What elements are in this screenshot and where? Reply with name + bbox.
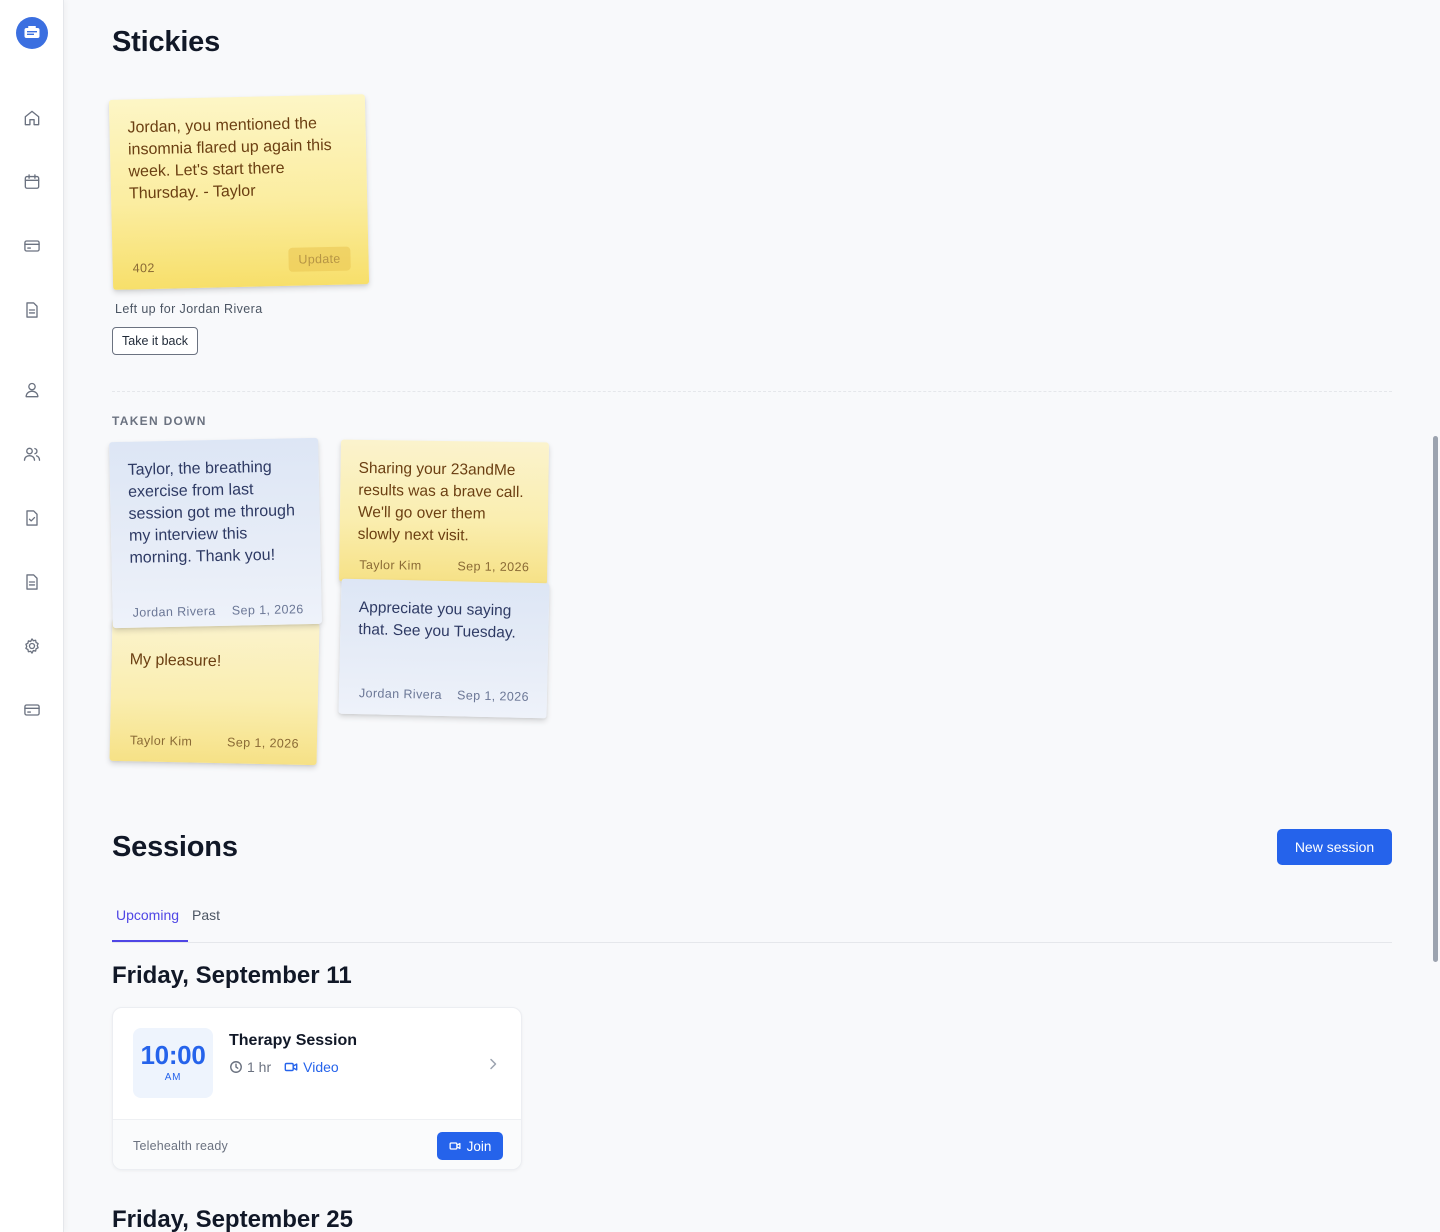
- nav-billing[interactable]: [20, 698, 44, 722]
- user-icon: [25, 382, 39, 398]
- telehealth-status: Telehealth ready: [133, 1139, 228, 1153]
- taken-down-sticky[interactable]: Appreciate you saying that. See you Tues…: [338, 578, 550, 719]
- sticky-author: Jordan Rivera: [358, 686, 443, 702]
- nav-profile[interactable]: [20, 378, 44, 402]
- nav-settings[interactable]: [20, 634, 44, 658]
- session-meta: 1 hr Video: [229, 1059, 339, 1075]
- sessions-title: Sessions: [112, 831, 238, 863]
- sticky-text: Appreciate you saying that. See you Tues…: [358, 599, 516, 642]
- logo-icon: [24, 26, 40, 38]
- sticky-text: Jordan, you mentioned the insomnia flare…: [127, 115, 332, 203]
- nav-notes[interactable]: [20, 570, 44, 594]
- sticky-char-count: 402: [132, 260, 155, 276]
- clock-icon: [230, 1061, 242, 1073]
- session-card-footer: Telehealth ready Join: [113, 1119, 521, 1169]
- stickies-title: Stickies: [112, 26, 221, 58]
- file-text-icon: [26, 574, 38, 590]
- tab-upcoming[interactable]: Upcoming: [116, 907, 179, 923]
- session-card[interactable]: 10:00 AM Therapy Session 1 hr Video Tele…: [112, 1007, 522, 1170]
- document-icon: [26, 302, 38, 318]
- sticky-author: Taylor Kim: [129, 733, 193, 749]
- session-mode[interactable]: Video: [303, 1059, 339, 1075]
- chevron-right-icon[interactable]: [487, 1057, 499, 1071]
- file-check-icon: [26, 510, 38, 526]
- billing-card-icon: [24, 704, 40, 716]
- taken-down-sticky[interactable]: My pleasure! Taylor Kim Sep 1, 2026: [109, 618, 320, 766]
- join-session-button[interactable]: Join: [437, 1132, 503, 1160]
- calendar-icon: [24, 174, 40, 189]
- nav-forms[interactable]: [20, 506, 44, 530]
- sticky-date: Sep 1, 2026: [226, 735, 300, 751]
- section-divider: [112, 391, 1392, 392]
- nav-documents[interactable]: [20, 298, 44, 322]
- video-icon: [284, 1062, 298, 1072]
- users-icon: [23, 447, 41, 461]
- home-icon: [24, 110, 40, 126]
- nav-home[interactable]: [20, 106, 44, 130]
- session-time-box: 10:00 AM: [133, 1028, 213, 1098]
- sticky-author: Taylor Kim: [359, 557, 422, 573]
- sticky-date: Sep 1, 2026: [456, 688, 530, 704]
- app-logo[interactable]: [16, 17, 48, 49]
- nav-payments[interactable]: [20, 234, 44, 258]
- gear-icon: [25, 638, 39, 654]
- nav-calendar[interactable]: [20, 170, 44, 194]
- join-label: Join: [466, 1138, 492, 1154]
- sticky-author: Jordan Rivera: [132, 604, 216, 620]
- active-tab-indicator: [112, 940, 188, 942]
- sticky-text: Sharing your 23andMe results was a brave…: [357, 459, 524, 545]
- session-date-heading: Friday, September 11: [112, 962, 352, 989]
- new-session-button[interactable]: New session: [1277, 829, 1392, 865]
- session-title: Therapy Session: [229, 1032, 358, 1049]
- card-icon: [24, 240, 40, 252]
- session-tabs: Upcoming Past: [112, 900, 1392, 943]
- nav-clients[interactable]: [20, 442, 44, 466]
- tab-past[interactable]: Past: [192, 907, 220, 923]
- take-it-back-button[interactable]: Take it back: [112, 327, 199, 355]
- sticky-text: Taylor, the breathing exercise from last…: [127, 458, 296, 567]
- active-sticky-note[interactable]: Jordan, you mentioned the insomnia flare…: [108, 94, 370, 290]
- session-date-heading: Friday, September 25: [112, 1206, 353, 1232]
- taken-down-label: TAKEN DOWN: [112, 414, 207, 428]
- taken-down-sticky[interactable]: Taylor, the breathing exercise from last…: [109, 437, 322, 629]
- update-sticky-button[interactable]: Update: [288, 246, 351, 272]
- session-ampm: AM: [164, 1072, 182, 1083]
- video-icon: [449, 1142, 461, 1150]
- scrollbar[interactable]: [1432, 0, 1440, 1232]
- session-duration: 1 hr: [247, 1059, 272, 1075]
- sticky-date: Sep 1, 2026: [231, 602, 304, 618]
- sticky-date: Sep 1, 2026: [457, 559, 530, 575]
- session-time: 10:00: [140, 1040, 206, 1070]
- sticky-recipient-caption: Left up for Jordan Rivera: [115, 302, 263, 316]
- scrollbar-thumb[interactable]: [1433, 436, 1438, 962]
- taken-down-sticky[interactable]: Sharing your 23andMe results was a brave…: [339, 439, 549, 585]
- sidebar: [0, 0, 64, 1232]
- sticky-text: My pleasure!: [129, 651, 222, 671]
